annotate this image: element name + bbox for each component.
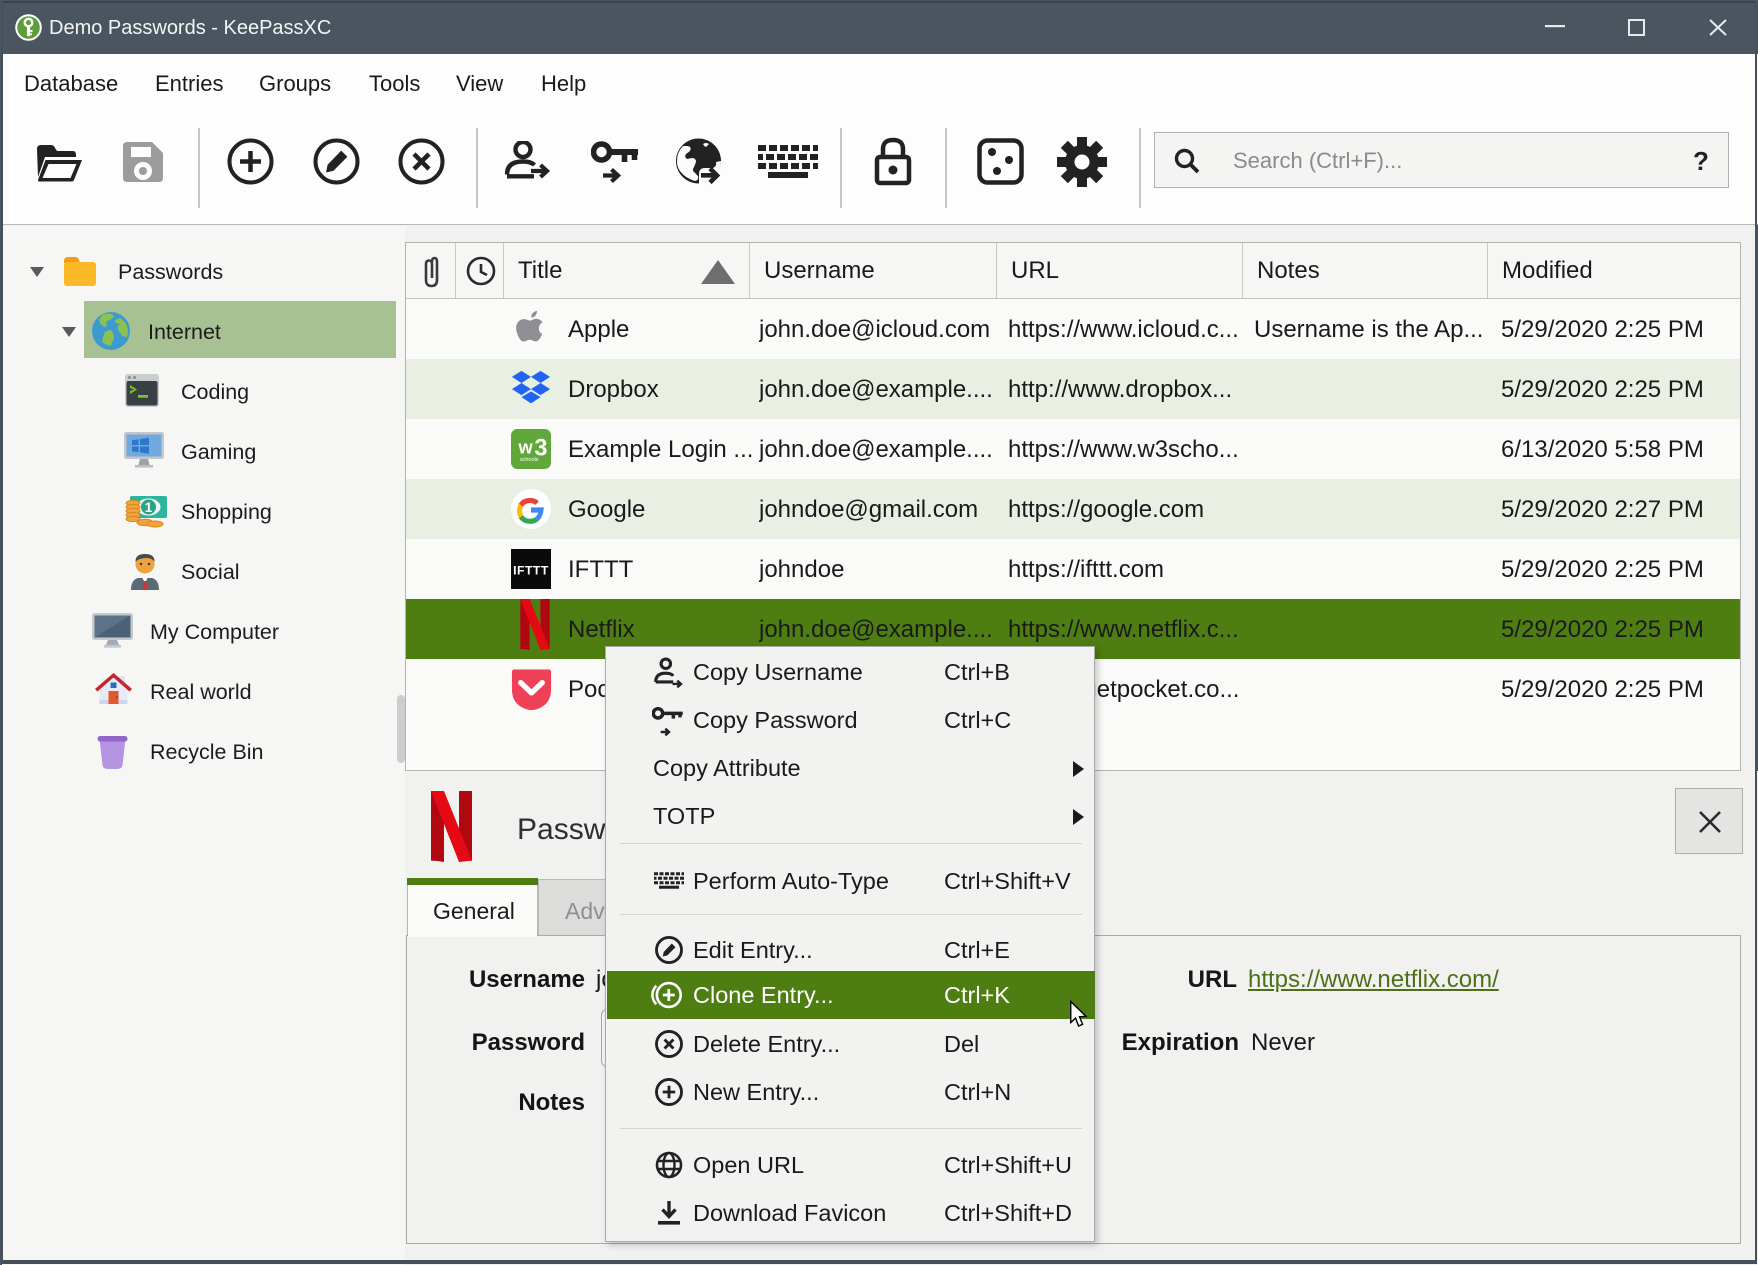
svg-text:1: 1: [145, 499, 153, 515]
svg-text:IFTTT: IFTTT: [513, 563, 549, 577]
svg-text:schools: schools: [520, 457, 539, 463]
svg-text:w: w: [517, 438, 533, 458]
